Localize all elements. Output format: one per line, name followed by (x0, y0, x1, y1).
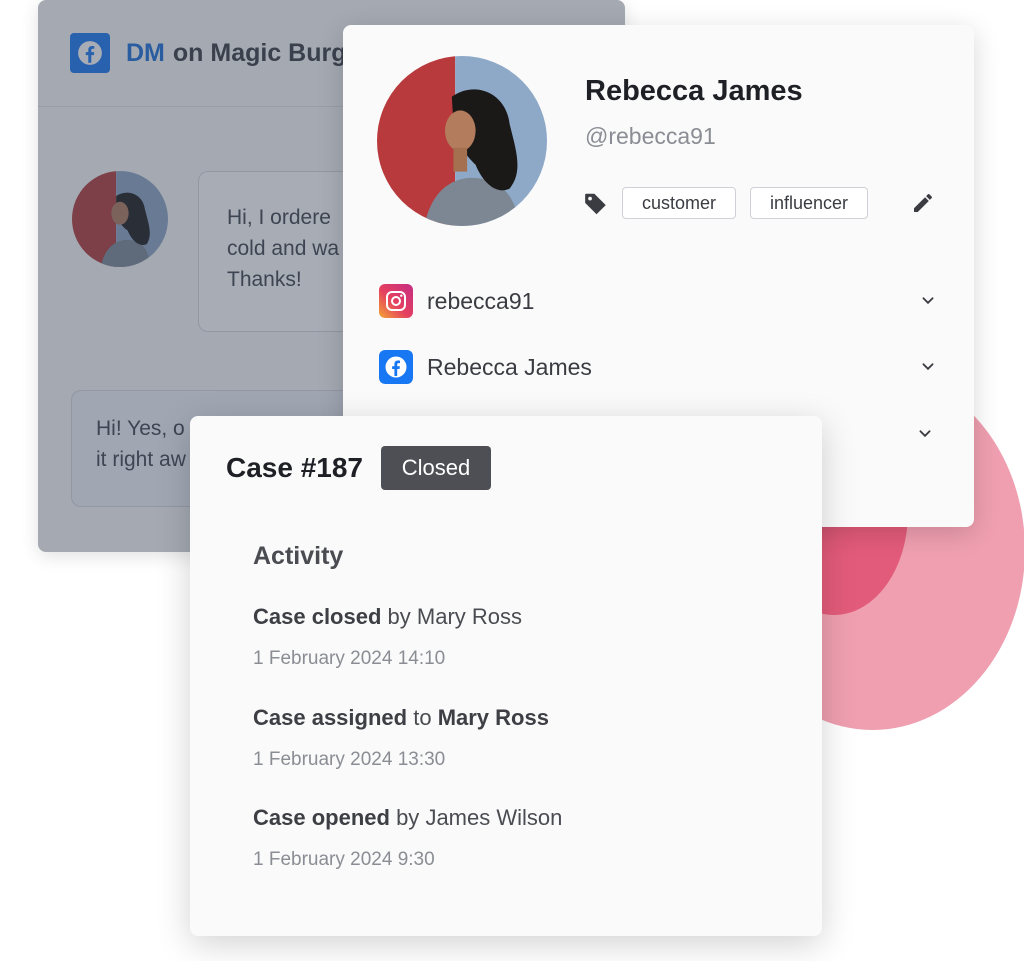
activity-item: Case assigned to Mary Ross 1 February 20… (253, 705, 793, 771)
activity-action: Case assigned (253, 705, 408, 730)
channel-row-instagram[interactable]: rebecca91 (379, 281, 939, 321)
activity-actor: Mary Ross (437, 705, 549, 730)
contact-handle: @rebecca91 (585, 123, 716, 149)
chevron-down-icon[interactable] (917, 356, 939, 378)
contact-name: Rebecca James (585, 75, 803, 107)
activity-item: Case closed by Mary Ross 1 February 2024… (253, 604, 793, 670)
pencil-icon[interactable] (911, 191, 935, 215)
activity-connector: to (413, 705, 432, 730)
facebook-icon (379, 350, 413, 384)
case-card: Case #187 Closed Activity Case closed by… (190, 416, 822, 936)
activity-text: Case closed by Mary Ross (253, 604, 793, 630)
channel-row-facebook[interactable]: Rebecca James (379, 347, 939, 387)
activity-heading: Activity (253, 542, 344, 570)
tag-chip-influencer[interactable]: influencer (750, 187, 868, 219)
activity-text: Case opened by James Wilson (253, 805, 793, 831)
activity-action: Case opened (253, 805, 390, 830)
activity-text: Case assigned to Mary Ross (253, 705, 793, 731)
status-badge: Closed (381, 446, 491, 490)
activity-actor: James Wilson (425, 805, 563, 830)
case-title: Case #187 (226, 452, 364, 483)
activity-action: Case closed (253, 604, 382, 629)
activity-timestamp: 1 February 2024 14:10 (253, 648, 446, 669)
profile-avatar (377, 56, 547, 226)
tag-chip-customer[interactable]: customer (622, 187, 736, 219)
instagram-icon (379, 284, 413, 318)
channel-label: Rebecca James (427, 353, 592, 380)
chevron-down-icon[interactable] (914, 423, 936, 445)
activity-item: Case opened by James Wilson 1 February 2… (253, 805, 793, 871)
activity-connector: by (387, 604, 411, 629)
activity-actor: Mary Ross (416, 604, 523, 629)
activity-connector: by (396, 805, 420, 830)
tag-icon (583, 191, 609, 217)
activity-timestamp: 1 February 2024 9:30 (253, 849, 435, 870)
channel-label: rebecca91 (427, 287, 535, 314)
chevron-down-icon[interactable] (917, 290, 939, 312)
activity-timestamp: 1 February 2024 13:30 (253, 749, 446, 770)
